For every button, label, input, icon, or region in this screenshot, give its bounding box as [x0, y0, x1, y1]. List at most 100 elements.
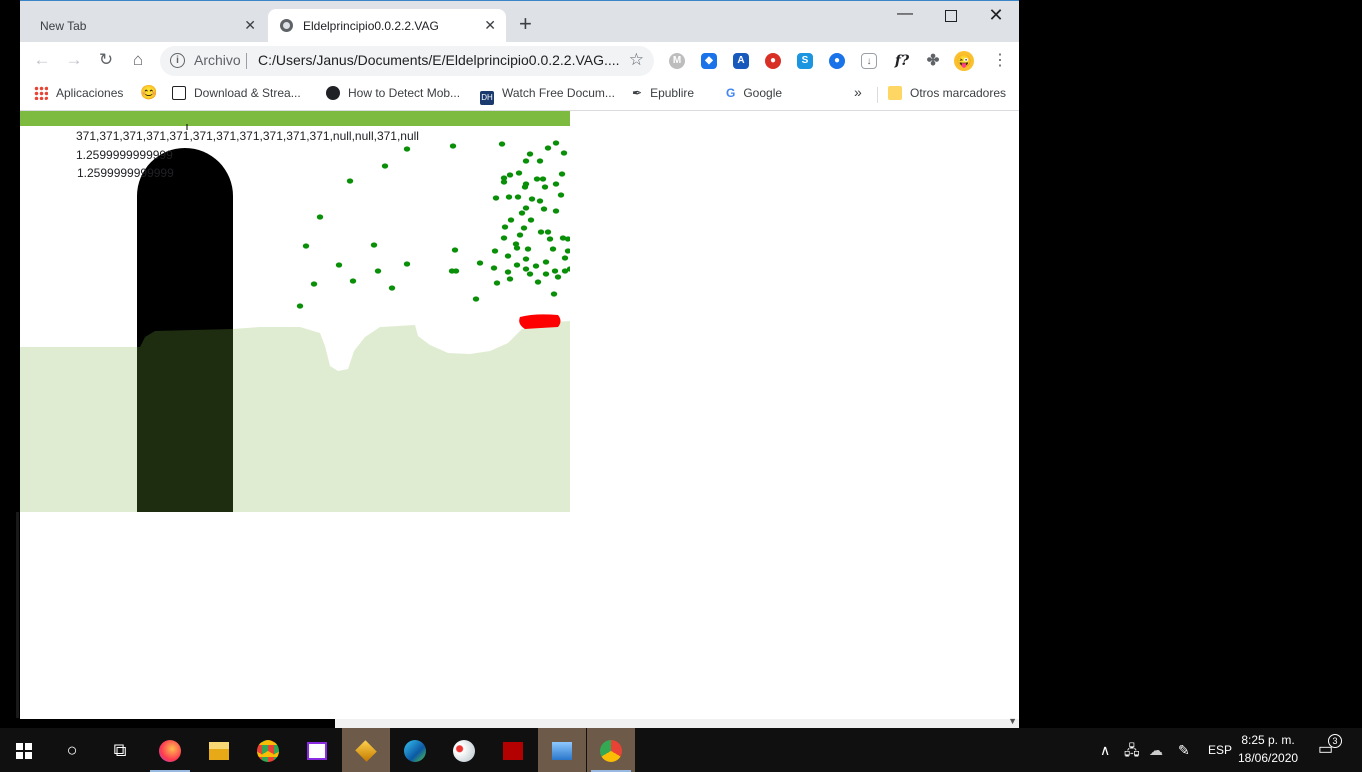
- taskbar-app-paint[interactable]: [440, 728, 488, 772]
- pen-icon[interactable]: ✎: [1178, 728, 1190, 772]
- address-bar[interactable]: i Archivo C:/Users/Janus/Documents/E/Eld…: [160, 46, 654, 76]
- start-button[interactable]: [0, 728, 48, 772]
- bookmark-other-folder[interactable]: Otros marcadores: [888, 86, 1006, 100]
- bookmark-detect-mobile[interactable]: How to Detect Mob...: [326, 86, 460, 100]
- bookmark-google[interactable]: G Google: [726, 86, 782, 100]
- extension-chat-icon[interactable]: ●: [829, 53, 845, 69]
- leaf: [533, 176, 541, 182]
- leaf: [526, 151, 534, 157]
- show-hidden-icons-button[interactable]: ∧: [1100, 728, 1110, 772]
- leaf: [560, 150, 568, 156]
- bookmark-label: Otros marcadores: [910, 86, 1007, 100]
- leaf: [403, 146, 411, 152]
- reload-button[interactable]: ↻: [96, 50, 116, 70]
- extension-m-icon[interactable]: M: [669, 53, 685, 69]
- firefox-icon: [159, 740, 181, 763]
- site-icon: [326, 86, 340, 100]
- bookmark-label: Aplicaciones: [56, 86, 124, 100]
- leaf: [500, 179, 508, 185]
- leaf: [302, 243, 310, 249]
- forward-button[interactable]: →: [64, 50, 84, 70]
- leaf: [537, 229, 545, 235]
- tab-active-page[interactable]: Eldelprincipio0.0.2.2.VAG ✕: [268, 9, 506, 43]
- extension-download-icon[interactable]: ↓: [861, 53, 877, 69]
- taskbar-app-firefox[interactable]: [146, 728, 194, 772]
- notifications-button[interactable]: ▭ 3: [1318, 728, 1342, 772]
- leaf: [540, 206, 548, 212]
- taskbar-app-flash[interactable]: [489, 728, 537, 772]
- leaf: [388, 285, 396, 291]
- bookmark-label: Epublire: [650, 86, 695, 100]
- leaf: [370, 242, 378, 248]
- paint-icon: [453, 740, 475, 763]
- extensions-puzzle-icon[interactable]: ✤: [925, 53, 941, 69]
- leaf: [552, 140, 560, 146]
- clock[interactable]: 8:25 p. m. 18/06/2020: [1238, 731, 1298, 767]
- maximize-button[interactable]: [928, 5, 974, 27]
- profile-avatar[interactable]: 😜: [954, 51, 974, 71]
- leaf: [534, 279, 542, 285]
- extension-formula-icon[interactable]: f?: [891, 53, 913, 69]
- cortana-button[interactable]: ○: [48, 728, 96, 772]
- video-editor-icon: [307, 742, 327, 761]
- extension-s-icon[interactable]: S: [797, 53, 813, 69]
- new-tab-button[interactable]: +: [519, 13, 532, 35]
- menu-icon[interactable]: ⋮: [992, 50, 1008, 70]
- url-text[interactable]: C:/Users/Janus/Documents/E/Eldelprincipi…: [258, 52, 620, 68]
- taskbar-app-winamp[interactable]: [342, 728, 390, 772]
- task-view-button[interactable]: ⧉: [96, 728, 144, 772]
- onedrive-icon[interactable]: ☁: [1149, 728, 1163, 772]
- taskbar-app-explorer[interactable]: [195, 728, 243, 772]
- bookmark-smile-icon[interactable]: 😊: [140, 84, 157, 101]
- horizontal-scrollbar[interactable]: ▼: [20, 716, 1019, 728]
- bookmark-epublibre[interactable]: ✒ Epublire: [632, 86, 694, 100]
- taskbar-app-video[interactable]: [293, 728, 341, 772]
- divider: [246, 53, 247, 69]
- info-icon[interactable]: i: [170, 53, 185, 68]
- leaf: [518, 210, 526, 216]
- network-icon[interactable]: 🖧: [1124, 728, 1140, 772]
- extension-bookmark-icon[interactable]: ◆: [701, 53, 717, 69]
- leaf: [335, 262, 343, 268]
- leaf: [522, 158, 530, 164]
- leaf: [544, 145, 552, 151]
- bookmark-watch-documentaries[interactable]: DH Watch Free Docum...: [480, 86, 615, 105]
- tab-new-tab[interactable]: New Tab ✕: [28, 9, 266, 43]
- bookmark-label: Watch Free Docum...: [502, 86, 615, 100]
- bookmark-star-icon[interactable]: ☆: [629, 50, 644, 70]
- leaf: [528, 196, 536, 202]
- taskbar-app-edge[interactable]: [391, 728, 439, 772]
- leaf: [527, 217, 535, 223]
- close-icon[interactable]: ✕: [484, 17, 496, 34]
- back-button[interactable]: ←: [32, 50, 52, 70]
- close-window-button[interactable]: ✕: [973, 5, 1019, 26]
- bookmark-apps[interactable]: Aplicaciones: [34, 86, 123, 100]
- extension-translate-icon[interactable]: A: [733, 53, 749, 69]
- scroll-down-arrow-icon[interactable]: ▼: [1008, 716, 1017, 726]
- tab-strip: New Tab ✕ Eldelprincipio0.0.2.2.VAG ✕ + …: [20, 0, 1019, 43]
- debug-readout-value: 1.2599999999999: [76, 148, 173, 162]
- language-indicator[interactable]: ESP: [1208, 728, 1232, 772]
- bookmarks-overflow-button[interactable]: »: [854, 84, 862, 100]
- winamp-icon: [355, 740, 377, 762]
- leaf: [451, 247, 459, 253]
- minimize-button[interactable]: —: [882, 5, 928, 23]
- taskbar-app-chrome-active[interactable]: [587, 728, 635, 772]
- dh-icon: DH: [480, 91, 494, 105]
- apps-grid-icon: [34, 86, 48, 100]
- taskbar-app-remote[interactable]: [538, 728, 586, 772]
- scrollbar-thumb[interactable]: [20, 719, 335, 728]
- leaf: [551, 268, 559, 274]
- bookmark-download-stream[interactable]: Download & Strea...: [172, 86, 301, 100]
- globe-icon: [280, 19, 293, 32]
- close-icon[interactable]: ✕: [244, 17, 256, 34]
- taskbar-app-chrome[interactable]: [244, 728, 292, 772]
- leaf: [476, 260, 484, 266]
- leaf: [472, 296, 480, 302]
- leaf: [539, 176, 547, 182]
- extension-mic-icon[interactable]: ●: [765, 53, 781, 69]
- bookmark-label: Google: [743, 86, 783, 100]
- home-button[interactable]: ⌂: [128, 50, 148, 70]
- leaf: [536, 198, 544, 204]
- leaf: [526, 271, 534, 277]
